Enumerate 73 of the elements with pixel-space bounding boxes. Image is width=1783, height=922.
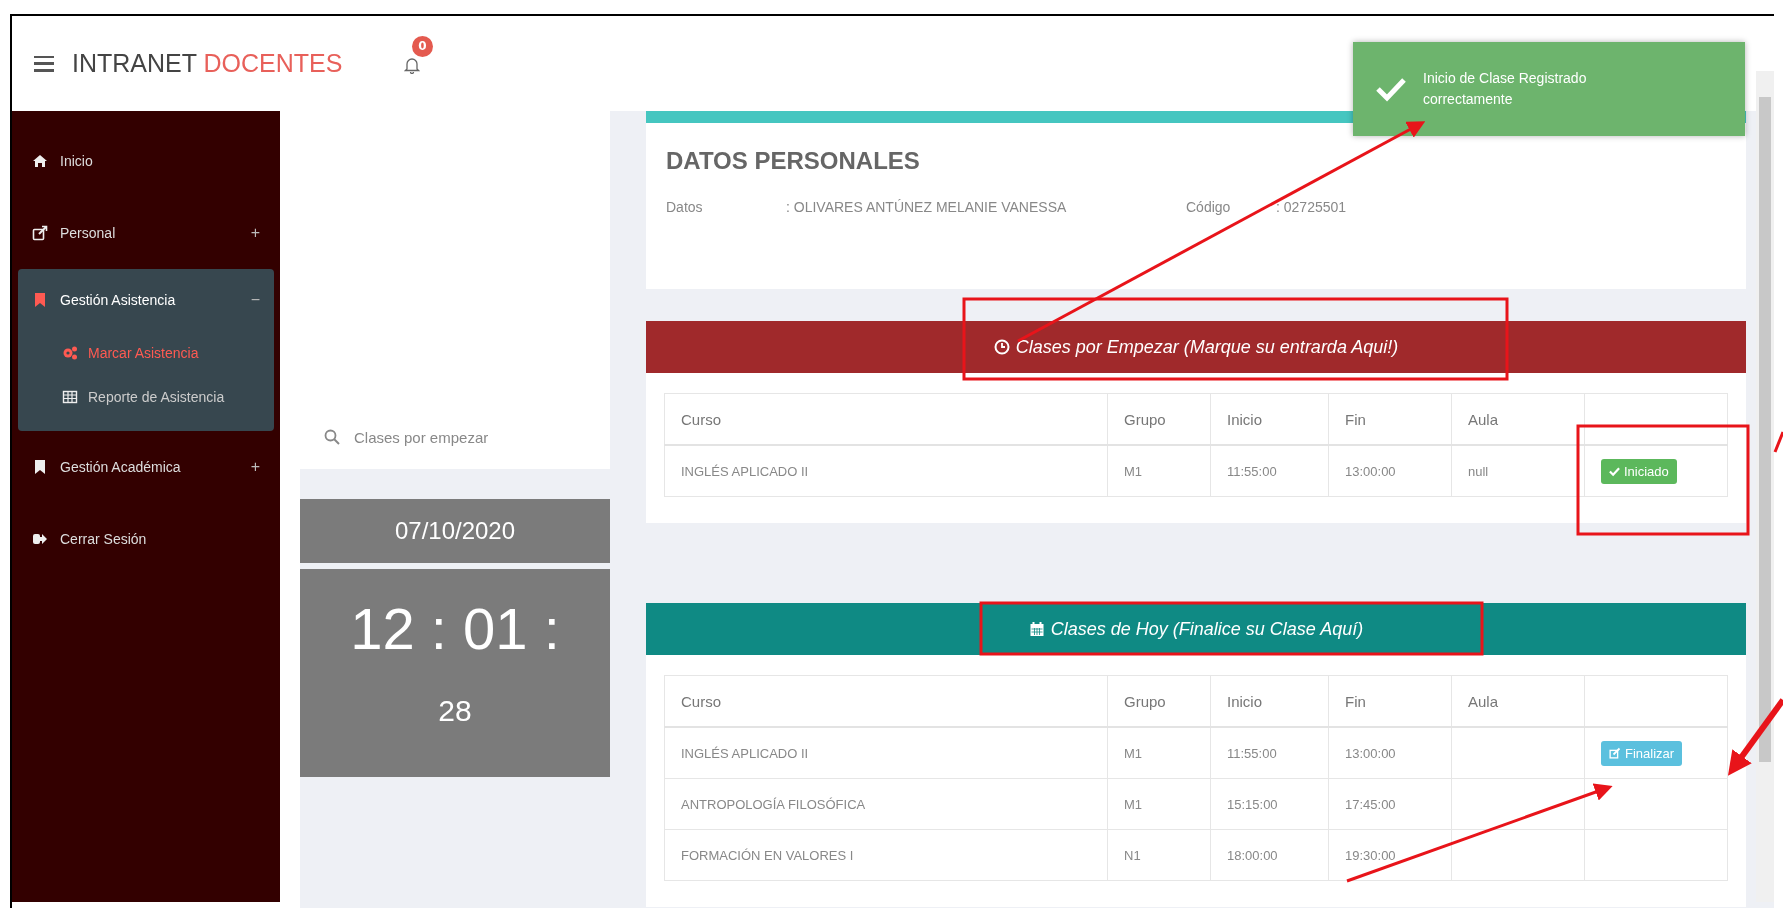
edit-icon — [32, 225, 48, 241]
column-header: Grupo — [1124, 410, 1166, 428]
table-cell: 11:55:00 — [1227, 745, 1277, 761]
sidebar-label: Personal — [60, 225, 117, 241]
clock-seconds: 28 — [438, 694, 472, 728]
table-cell: M1 — [1124, 745, 1143, 761]
calendar-icon — [1028, 621, 1045, 637]
search-icon — [324, 429, 340, 445]
table-cell: null — [1468, 463, 1489, 479]
sidebar-label: Inicio — [60, 153, 94, 169]
table-cell: FORMACIÓN EN VALORES I — [681, 847, 854, 863]
search-field[interactable]: Clases por empezar — [352, 427, 596, 447]
gears-icon — [62, 345, 78, 361]
home-icon — [32, 153, 48, 169]
field-value: : OLIVARES ANTÚNEZ MELANIE VANESSA — [786, 199, 1068, 215]
clock-icon — [993, 339, 1010, 355]
table-cell: 11:55:00 — [1227, 463, 1277, 479]
notification-count: 0 — [412, 35, 433, 57]
column-header: Fin — [1345, 410, 1366, 428]
column-header: Inicio — [1227, 410, 1263, 428]
check-icon — [1375, 76, 1407, 102]
table-cell: INGLÉS APLICADO II — [681, 463, 809, 479]
sidebar-item[interactable]: Gestión Asistencia − — [18, 269, 274, 331]
check-icon — [1609, 465, 1620, 477]
toggle-sign: − — [250, 291, 260, 309]
sidebar-item[interactable]: Personal + — [18, 197, 274, 269]
table-cell: M1 — [1124, 796, 1143, 812]
sidebar-item[interactable]: Cerrar Sesión — [18, 503, 274, 575]
submenu-label: Marcar Asistencia — [88, 345, 199, 361]
toggle-sign: + — [250, 458, 260, 476]
app-logo[interactable]: INTRANET DOCENTES — [72, 49, 402, 78]
submenu-label: Reporte de Asistencia — [88, 389, 225, 405]
sidebar-label: Cerrar Sesión — [60, 531, 148, 547]
column-header: Aula — [1468, 692, 1499, 710]
table-cell: 13:00:00 — [1345, 745, 1396, 761]
column-header: Grupo — [1124, 692, 1166, 710]
table-cell: 18:00:00 — [1227, 847, 1278, 863]
section-title: DATOS PERSONALES — [666, 147, 921, 175]
field-label: Datos — [666, 199, 704, 215]
table-cell: 13:00:00 — [1345, 463, 1396, 479]
column-header: Curso — [681, 410, 721, 428]
field-label: Código — [1186, 199, 1232, 215]
table-cell: ANTROPOLOGÍA FILOSÓFICA — [681, 796, 866, 812]
toast-message: Inicio de Clase Registrado correctamente — [1423, 69, 1588, 109]
table-cell: N1 — [1124, 847, 1141, 863]
column-header: Inicio — [1227, 692, 1263, 710]
submenu-item[interactable]: Reporte de Asistencia — [18, 375, 274, 419]
table-cell: M1 — [1124, 463, 1143, 479]
table-cell: INGLÉS APLICADO II — [681, 745, 809, 761]
sidebar-item[interactable]: Gestión Académica + — [18, 431, 274, 503]
field-value: : 02725501 — [1276, 199, 1348, 215]
edit-icon — [1609, 747, 1621, 759]
sidebar-item[interactable]: Inicio — [18, 125, 274, 197]
panel-title: Clases por Empezar (Marque su entrarda Aqui!) — [1015, 336, 1399, 358]
date-display: 07/10/2020 — [300, 499, 610, 563]
panel-title: Clases de Hoy (Finalice su Clase Aquí) — [1050, 618, 1364, 640]
table-icon — [62, 389, 78, 405]
column-header: Aula — [1468, 410, 1499, 428]
sidebar-label: Gestión Asistencia — [60, 292, 177, 308]
toggle-sign: + — [250, 224, 260, 242]
bell-icon — [404, 56, 420, 74]
bookmark-icon — [32, 292, 48, 308]
table-cell: 17:45:00 — [1345, 796, 1396, 812]
sidebar-label: Gestión Académica — [60, 459, 182, 475]
clock-time: 12 : 01 : — [350, 595, 560, 662]
table-cell: 15:15:00 — [1227, 796, 1278, 812]
column-header: Fin — [1345, 692, 1366, 710]
sign-out-icon — [32, 531, 48, 547]
menu-icon[interactable] — [34, 55, 54, 72]
column-header: Curso — [681, 692, 721, 710]
table-cell: 19:30:00 — [1345, 847, 1396, 863]
scrollbar[interactable] — [1756, 71, 1774, 902]
bookmark-icon — [32, 459, 48, 475]
